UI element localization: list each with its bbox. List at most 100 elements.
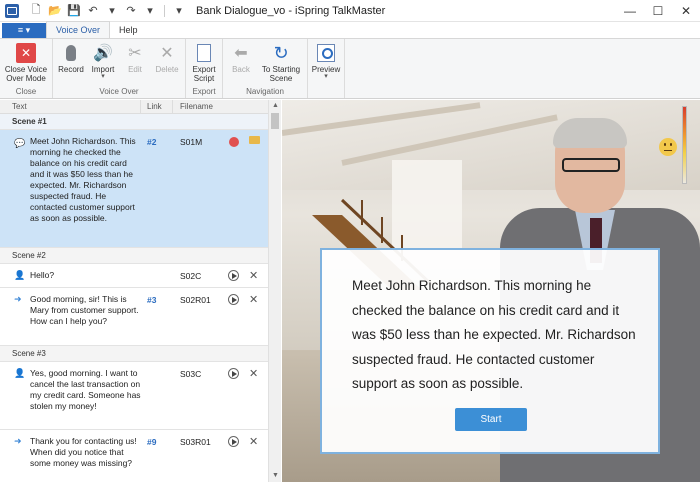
delete-button[interactable]: ✕ Delete	[152, 41, 182, 87]
replica-text: Hello?	[30, 270, 55, 280]
document-icon	[197, 44, 211, 62]
reply-arrow-icon: ➜	[14, 294, 22, 304]
scene-header[interactable]: Scene #2	[0, 248, 268, 264]
save-icon[interactable]: 💾	[67, 4, 81, 18]
new-file-icon[interactable]: 🗋	[29, 4, 43, 18]
column-filename[interactable]: Filename	[180, 102, 213, 111]
arrow-left-icon: ⬅	[234, 44, 248, 62]
record-button[interactable]: Record	[56, 41, 86, 87]
folder-icon[interactable]	[249, 136, 260, 144]
list-item[interactable]: 👤 Yes, good morning. I want to cancel th…	[0, 362, 268, 430]
play-icon[interactable]	[228, 368, 239, 379]
play-icon[interactable]	[228, 294, 239, 305]
undo-dropdown-icon[interactable]: ▾	[105, 4, 119, 18]
delete-icon[interactable]: ✕	[249, 435, 258, 448]
narration-dialog: Meet John Richardson. This morning he ch…	[320, 248, 660, 454]
file-menu-button[interactable]: ≡ ▾	[2, 23, 46, 38]
close-window-button[interactable]: ✕	[672, 0, 700, 22]
record-label: Record	[58, 65, 84, 74]
customize-qat-icon[interactable]: ▾	[172, 4, 186, 18]
play-icon[interactable]	[228, 436, 239, 447]
group-label-voice-over: Voice Over	[99, 87, 139, 97]
import-button[interactable]: 🔊 Import ▾	[88, 41, 118, 87]
replica-filename: S02R01	[180, 295, 211, 305]
minimize-button[interactable]: —	[616, 0, 644, 22]
ribbon-group-navigation: ⬅ Back ↻ To Starting Scene Navigation	[223, 39, 308, 98]
open-folder-icon[interactable]: 📂	[48, 4, 62, 18]
ribbon-group-voice-over: Record 🔊 Import ▾ ✂ Edit ✕ Delete Voice …	[53, 39, 186, 98]
ribbon-group-export: Export Script Export	[186, 39, 223, 98]
app-icon[interactable]	[5, 3, 19, 18]
scroll-up-icon[interactable]: ▲	[269, 100, 282, 112]
emotion-level-meter	[682, 106, 687, 184]
to-starting-scene-button[interactable]: ↻ To Starting Scene	[258, 41, 304, 87]
column-text[interactable]: Text	[12, 102, 27, 111]
vertical-scrollbar[interactable]: ▲ ▼	[268, 100, 281, 482]
to-starting-scene-label: To Starting Scene	[261, 65, 301, 83]
list-item[interactable]: ➜ Good morning, sir! This is Mary from c…	[0, 288, 268, 346]
group-label-export: Export	[192, 87, 216, 97]
script-list: Scene #1 💬 Meet John Richardson. This mo…	[0, 114, 268, 482]
neutral-face-icon	[659, 138, 677, 156]
column-link[interactable]: Link	[147, 102, 162, 111]
person-icon: 👤	[14, 368, 26, 378]
tab-help[interactable]: Help	[110, 21, 147, 38]
narration-text: Meet John Richardson. This morning he ch…	[352, 278, 636, 391]
narrator-speech-icon: 💬	[14, 138, 26, 148]
redo-dropdown-icon[interactable]: ▾	[143, 4, 157, 18]
replica-filename: S03R01	[180, 437, 211, 447]
close-icon	[16, 43, 36, 63]
export-script-button[interactable]: Export Script	[189, 41, 219, 87]
delete-icon[interactable]: ✕	[249, 293, 258, 306]
script-panel: Text Link Filename Scene #1 💬 Meet John …	[0, 100, 281, 482]
title-bar: 🗋 📂 💾 ↶ ▾ ↷ ▾ ▾ Bank Dialogue_vo - iSpri…	[0, 0, 700, 22]
delete-x-icon: ✕	[160, 44, 174, 62]
close-voice-over-mode-button[interactable]: Close Voice Over Mode	[3, 41, 49, 87]
close-voice-over-label: Close Voice Over Mode	[4, 65, 48, 83]
replica-link[interactable]: #9	[147, 437, 156, 447]
delete-label: Delete	[155, 65, 179, 74]
group-label-close: Close	[15, 87, 37, 97]
replica-filename: S02C	[180, 271, 202, 281]
scroll-down-icon[interactable]: ▼	[269, 470, 282, 482]
ribbon-group-preview: Preview ▾	[308, 39, 345, 98]
replica-link[interactable]: #2	[147, 137, 156, 147]
replica-text: Thank you for contacting us! When did yo…	[30, 436, 137, 468]
preview-button[interactable]: Preview ▾	[311, 41, 341, 87]
reply-arrow-icon: ➜	[14, 436, 22, 446]
list-item[interactable]: 👤 Hello? S02C ✕	[0, 264, 268, 288]
maximize-button[interactable]: ☐	[644, 0, 672, 22]
microphone-icon	[66, 45, 76, 61]
delete-icon[interactable]: ✕	[249, 269, 258, 282]
scene-header[interactable]: Scene #1	[0, 114, 268, 130]
window-title: Bank Dialogue_vo - iSpring TalkMaster	[196, 4, 386, 17]
record-dot-icon[interactable]	[229, 137, 239, 147]
edit-button[interactable]: ✂ Edit	[120, 41, 150, 87]
undo-icon[interactable]: ↶	[86, 4, 100, 18]
back-label: Back	[232, 65, 250, 74]
redo-icon[interactable]: ↷	[124, 4, 138, 18]
edit-label: Edit	[128, 65, 142, 74]
delete-icon[interactable]: ✕	[249, 367, 258, 380]
replica-filename: S03C	[180, 369, 202, 379]
import-dropdown-icon: ▾	[101, 73, 105, 80]
scene-preview: Meet John Richardson. This morning he ch…	[282, 100, 700, 482]
speaker-import-icon: 🔊	[93, 44, 113, 62]
magnifier-preview-icon	[317, 44, 335, 62]
replica-text: Meet John Richardson. This morning he ch…	[30, 136, 136, 223]
list-item[interactable]: ➜ Thank you for contacting us! When did …	[0, 430, 268, 482]
play-icon[interactable]	[228, 270, 239, 281]
replica-link[interactable]: #3	[147, 295, 156, 305]
preview-dropdown-icon: ▾	[324, 73, 328, 80]
person-icon: 👤	[14, 270, 26, 280]
replica-text: Good morning, sir! This is Mary from cus…	[30, 294, 139, 326]
restart-icon: ↻	[273, 42, 289, 63]
scroll-thumb[interactable]	[271, 113, 279, 129]
scene-header[interactable]: Scene #3	[0, 346, 268, 362]
column-headers: Text Link Filename	[0, 100, 268, 114]
tab-voice-over[interactable]: Voice Over	[46, 21, 111, 38]
start-button[interactable]: Start	[455, 408, 527, 431]
ribbon: Close Voice Over Mode Close Record 🔊 Imp…	[0, 39, 700, 99]
list-item[interactable]: 💬 Meet John Richardson. This morning he …	[0, 130, 268, 248]
back-button[interactable]: ⬅ Back	[226, 41, 256, 87]
